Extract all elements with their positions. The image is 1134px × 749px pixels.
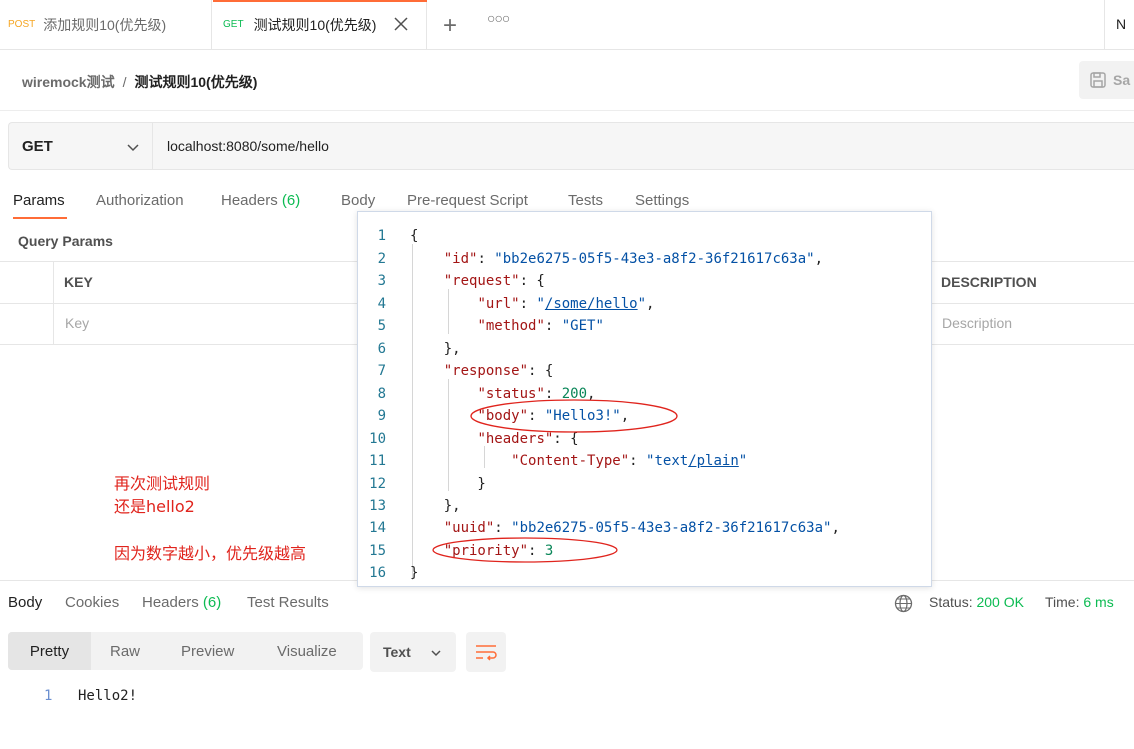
highlight-annotations — [432, 399, 678, 563]
url-input[interactable]: localhost:8080/some/hello — [152, 122, 1134, 170]
tab-method-get: GET — [223, 19, 244, 30]
http-method-select[interactable]: GET — [8, 122, 152, 170]
param-key-input[interactable]: Key — [65, 315, 89, 331]
divider — [0, 110, 1134, 111]
tab-params[interactable]: Params — [13, 192, 65, 209]
http-method-value: GET — [22, 137, 53, 155]
response-headers-label: Headers — [142, 594, 199, 611]
response-status: Status: 200 OK — [929, 594, 1024, 610]
column-header-key: KEY — [64, 274, 93, 290]
mapping-json-panel: 1{ 2 "id": "bb2e6275-05f5-43e3-a8f2-36f2… — [357, 211, 932, 587]
status-label: Status: — [929, 594, 973, 610]
breadcrumb-request[interactable]: 测试规则10(优先级) — [134, 74, 257, 90]
column-header-description: DESCRIPTION — [941, 274, 1037, 290]
wrap-icon — [476, 645, 497, 661]
wrap-lines-button[interactable] — [466, 632, 506, 672]
response-body-text: Hello2! — [78, 688, 138, 704]
time-label: Time: — [1045, 594, 1080, 610]
tab-headers-label: Headers — [221, 192, 278, 209]
active-tab-indicator — [13, 217, 67, 219]
annotation-line: 还是hello2 — [114, 497, 195, 516]
save-icon — [1090, 72, 1106, 88]
format-select[interactable]: Text — [370, 632, 456, 672]
query-params-title: Query Params — [18, 233, 113, 249]
environment-label: N — [1116, 16, 1127, 32]
close-icon[interactable] — [392, 15, 410, 33]
time-value: 6 ms — [1083, 594, 1114, 610]
tab-settings[interactable]: Settings — [635, 192, 689, 209]
view-pretty-button[interactable]: Pretty — [8, 632, 91, 670]
format-value: Text — [383, 644, 411, 660]
new-tab-plus-icon[interactable]: + — [443, 12, 457, 40]
view-raw-button[interactable]: Raw — [110, 632, 140, 670]
save-label: Sa — [1113, 72, 1131, 88]
breadcrumb: wiremock测试 / 测试规则10(优先级) — [22, 72, 257, 92]
tab-body[interactable]: Body — [341, 192, 375, 209]
param-description-input[interactable]: Description — [942, 315, 1012, 331]
highlight-body-ellipse — [470, 399, 678, 433]
chevron-down-icon — [127, 144, 139, 152]
tab-label: 添加规则10(优先级) — [43, 16, 167, 33]
response-headers-count: (6) — [202, 594, 222, 611]
tab-authorization[interactable]: Authorization — [96, 192, 184, 209]
request-tab-test-rule[interactable]: GET 测试规则10(优先级) — [213, 0, 427, 49]
status-value: 200 OK — [976, 594, 1024, 610]
annotation-line: 再次测试规则 — [114, 474, 211, 493]
response-tab-cookies[interactable]: Cookies — [65, 594, 119, 611]
chevron-down-icon — [431, 650, 441, 657]
url-value: localhost:8080/some/hello — [167, 138, 329, 154]
more-tabs-icon[interactable]: ○○○ — [487, 10, 510, 26]
response-tab-test-results[interactable]: Test Results — [247, 594, 329, 611]
breadcrumb-separator: / — [122, 74, 127, 90]
annotation-line: 因为数字越小，优先级越高 — [114, 544, 307, 563]
breadcrumb-collection[interactable]: wiremock测试 — [22, 74, 115, 90]
response-tab-headers[interactable]: Headers (6) — [142, 594, 221, 611]
table-border — [53, 262, 54, 344]
headers-count: (6) — [281, 192, 301, 209]
tab-prerequest-script[interactable]: Pre-request Script — [407, 192, 528, 209]
response-time: Time: 6 ms — [1045, 594, 1114, 610]
response-tab-body[interactable]: Body — [8, 594, 42, 611]
view-preview-button[interactable]: Preview — [181, 632, 234, 670]
globe-icon[interactable] — [894, 594, 913, 613]
view-visualize-button[interactable]: Visualize — [277, 632, 337, 670]
response-line-number: 1 — [44, 688, 53, 704]
tab-tests[interactable]: Tests — [568, 192, 603, 209]
tab-headers[interactable]: Headers (6) — [221, 192, 300, 209]
request-tab-add-rule[interactable]: POST 添加规则10(优先级) — [0, 0, 212, 49]
save-button[interactable]: Sa — [1079, 61, 1134, 99]
tab-method-post: POST — [8, 19, 36, 30]
tab-label: 测试规则10(优先级) — [253, 16, 377, 33]
highlight-priority-ellipse — [432, 537, 618, 563]
